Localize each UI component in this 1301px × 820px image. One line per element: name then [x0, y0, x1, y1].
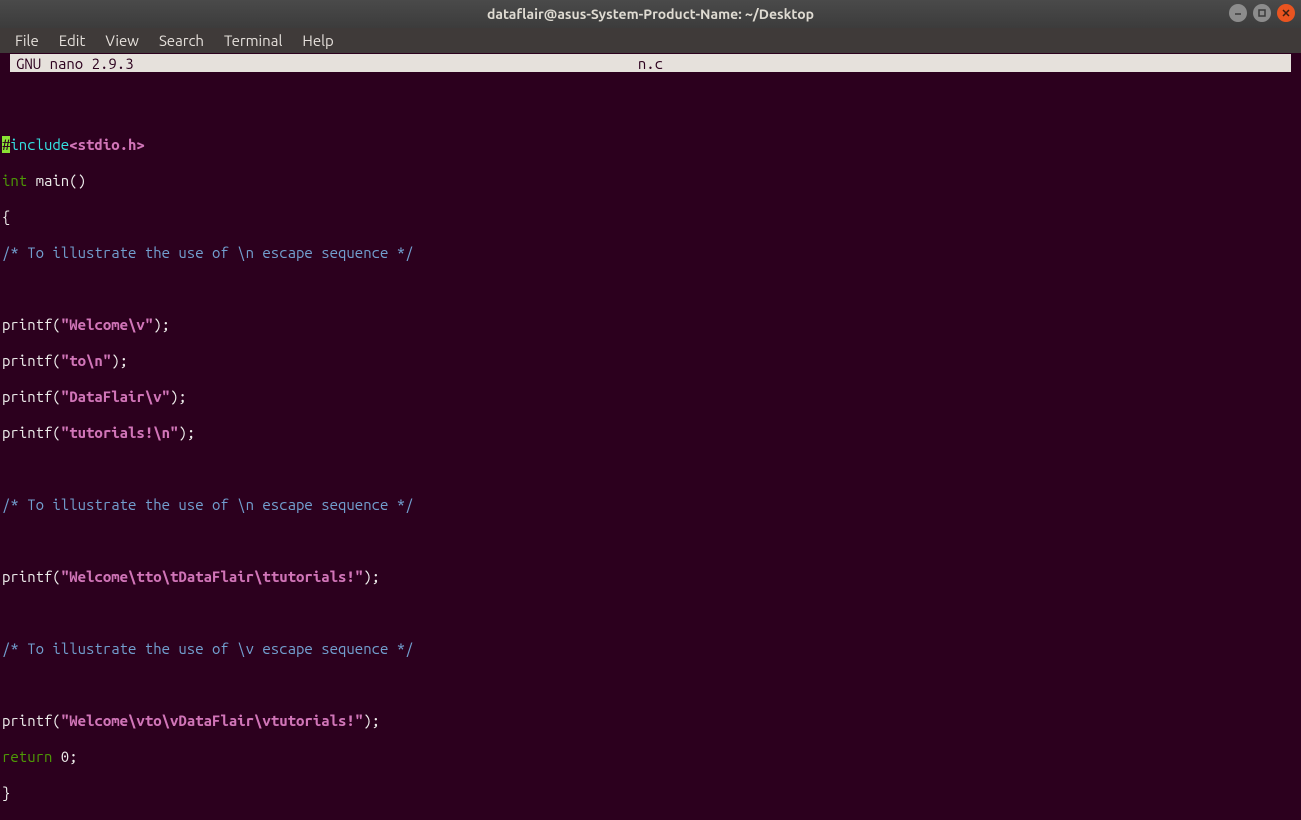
code-line: printf("Welcome\tto\tDataFlair\ttutorial… [2, 568, 1301, 586]
menu-terminal[interactable]: Terminal [215, 30, 291, 51]
code-token: /* To illustrate the use of \n escape se… [2, 244, 414, 261]
code-token: printf( [2, 388, 61, 405]
code-line [2, 460, 1301, 478]
code-token: <stdio.h> [69, 136, 145, 153]
close-icon[interactable] [1277, 4, 1295, 22]
code-token: "DataFlair\v" [61, 388, 170, 405]
code-token: printf( [2, 424, 61, 441]
code-token: ); [178, 424, 195, 441]
maximize-icon[interactable] [1253, 4, 1271, 22]
code-token: /* To illustrate the use of \v escape se… [2, 640, 414, 657]
code-line [2, 100, 1301, 118]
menu-file[interactable]: File [6, 30, 48, 51]
code-token: "Welcome\tto\tDataFlair\ttutorials!" [61, 568, 363, 585]
menu-view[interactable]: View [96, 30, 148, 51]
code-token: "Welcome\v" [61, 316, 153, 333]
code-token: ); [170, 388, 187, 405]
code-token: ); [111, 352, 128, 369]
code-token: include [10, 136, 69, 153]
menu-help[interactable]: Help [293, 30, 342, 51]
code-token: /* To illustrate the use of \n escape se… [2, 496, 414, 513]
code-token: ); [153, 316, 170, 333]
code-token: printf( [2, 352, 61, 369]
code-line: /* To illustrate the use of \v escape se… [2, 640, 1301, 658]
nano-filename: n.c [10, 55, 1291, 72]
menu-search[interactable]: Search [150, 30, 213, 51]
code-line: printf("Welcome\vto\vDataFlair\vtutorial… [2, 712, 1301, 730]
code-line: printf("DataFlair\v"); [2, 388, 1301, 406]
code-token: "Welcome\vto\vDataFlair\vtutorials!" [61, 712, 363, 729]
window-controls [1229, 4, 1295, 22]
code-token: main() [27, 172, 86, 189]
code-line: printf("Welcome\v"); [2, 316, 1301, 334]
editor-area[interactable]: #include<stdio.h> int main() { /* To ill… [0, 72, 1301, 820]
code-line: #include<stdio.h> [2, 136, 1301, 154]
menubar: File Edit View Search Terminal Help [0, 28, 1301, 53]
code-token: ); [363, 712, 380, 729]
code-token: 0; [52, 748, 77, 765]
code-line [2, 280, 1301, 298]
code-token: } [2, 784, 10, 801]
code-token: return [2, 748, 52, 765]
code-token: "tutorials!\n" [61, 424, 179, 441]
code-token: printf( [2, 712, 61, 729]
window-titlebar: dataflair@asus-System-Product-Name: ~/De… [0, 0, 1301, 28]
code-token: int [2, 172, 27, 189]
code-line [2, 532, 1301, 550]
code-line: /* To illustrate the use of \n escape se… [2, 496, 1301, 514]
code-line: int main() [2, 172, 1301, 190]
code-token: { [2, 208, 10, 225]
code-line [2, 604, 1301, 622]
nano-header: GNU nano 2.9.3 n.c [10, 54, 1291, 72]
window-title: dataflair@asus-System-Product-Name: ~/De… [0, 6, 1301, 22]
code-token: printf( [2, 568, 61, 585]
code-line [2, 676, 1301, 694]
code-line: return 0; [2, 748, 1301, 766]
menu-edit[interactable]: Edit [50, 30, 95, 51]
code-token: "to\n" [61, 352, 111, 369]
code-token: ); [363, 568, 380, 585]
minimize-icon[interactable] [1229, 4, 1247, 22]
code-token: printf( [2, 316, 61, 333]
code-line: printf("tutorials!\n"); [2, 424, 1301, 442]
code-line: } [2, 784, 1301, 802]
code-line: /* To illustrate the use of \n escape se… [2, 244, 1301, 262]
code-line: printf("to\n"); [2, 352, 1301, 370]
code-line: { [2, 208, 1301, 226]
